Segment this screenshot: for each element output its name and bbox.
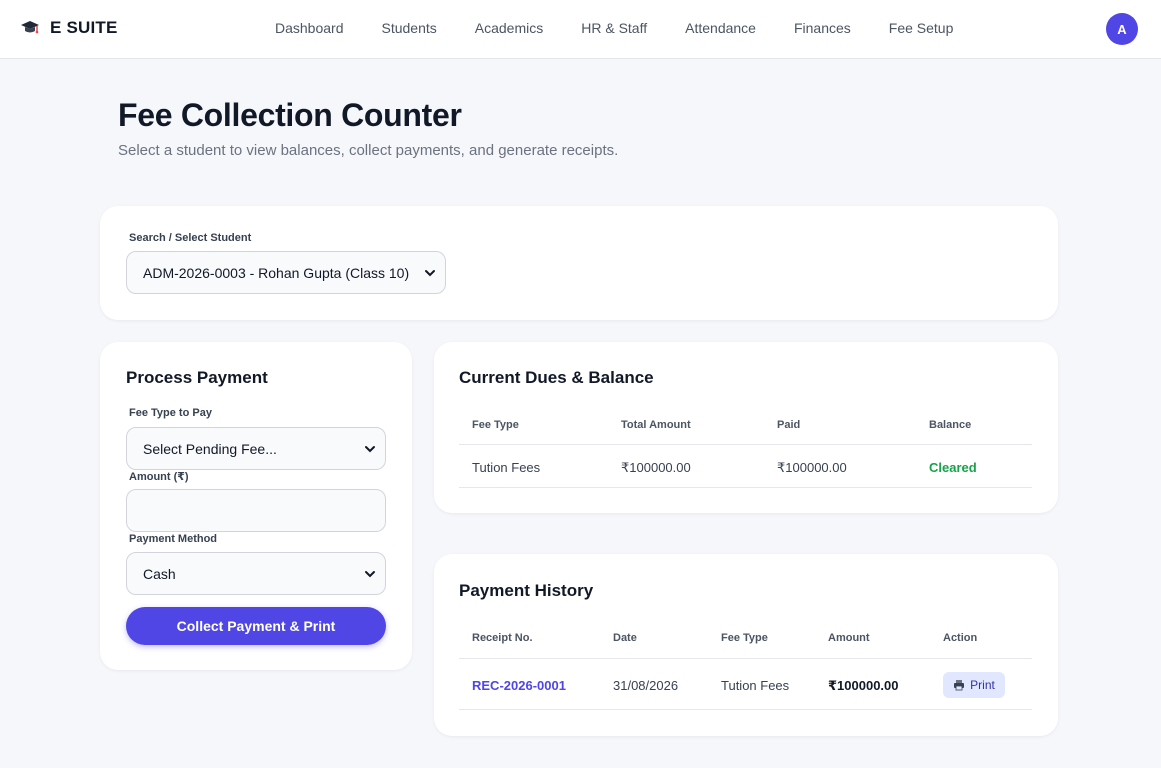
payment-method-select[interactable]: Cash <box>126 552 386 595</box>
dues-cell-paid: ₹100000.00 <box>777 460 847 475</box>
fee-type-select-value: Select Pending Fee... <box>143 440 277 457</box>
amount-label: Amount (₹) <box>129 471 189 483</box>
page-subtitle: Select a student to view balances, colle… <box>118 142 619 159</box>
history-col-amount: Amount <box>828 632 870 644</box>
chevron-down-icon <box>365 571 375 578</box>
process-payment-title: Process Payment <box>126 368 268 387</box>
graduation-cap-icon <box>21 21 39 34</box>
history-col-date: Date <box>613 632 637 644</box>
dues-status-badge: Cleared <box>929 460 977 475</box>
history-cell-date: 31/08/2026 <box>613 678 679 693</box>
print-button-label: Print <box>970 678 995 692</box>
top-navbar: E SUITE Dashboard Students Academics HR … <box>0 0 1161 59</box>
student-select-label: Search / Select Student <box>129 232 252 244</box>
chevron-down-icon <box>425 270 435 277</box>
student-select-value: ADM-2026-0003 - Rohan Gupta (Class 10) <box>143 264 410 281</box>
page-title: Fee Collection Counter <box>118 97 462 133</box>
chevron-down-icon <box>365 446 375 453</box>
history-header-divider <box>459 658 1032 659</box>
payment-method-label: Payment Method <box>129 533 218 545</box>
nav-item-students[interactable]: Students <box>382 20 437 36</box>
brand[interactable]: E SUITE <box>20 18 118 38</box>
student-select[interactable]: ADM-2026-0003 - Rohan Gupta (Class 10) <box>126 251 446 294</box>
receipt-link[interactable]: REC-2026-0001 <box>472 678 566 693</box>
history-cell-amount: ₹100000.00 <box>828 678 899 693</box>
history-col-fee-type: Fee Type <box>721 632 768 644</box>
dues-row-divider <box>459 487 1032 488</box>
payment-history-card: Payment History Receipt No. Date Fee Typ… <box>434 554 1058 736</box>
dues-cell-total: ₹100000.00 <box>621 460 691 475</box>
print-receipt-button[interactable]: Print <box>943 672 1005 698</box>
nav-item-dashboard[interactable]: Dashboard <box>275 20 344 36</box>
nav-item-finances[interactable]: Finances <box>794 20 851 36</box>
dues-col-total: Total Amount <box>621 419 691 431</box>
dues-col-balance: Balance <box>929 419 972 431</box>
brand-name: E SUITE <box>50 18 118 37</box>
student-search-card: Search / Select Student ADM-2026-0003 - … <box>100 206 1058 320</box>
history-col-receipt: Receipt No. <box>472 632 533 644</box>
history-row-divider <box>459 709 1032 710</box>
nav-item-attendance[interactable]: Attendance <box>685 20 756 36</box>
payment-method-value: Cash <box>143 565 176 582</box>
printer-icon <box>954 680 965 691</box>
history-cell-fee-type: Tution Fees <box>721 678 790 693</box>
dues-title: Current Dues & Balance <box>459 368 654 387</box>
fee-type-label: Fee Type to Pay <box>129 407 212 419</box>
nav-item-hr-staff[interactable]: HR & Staff <box>581 20 647 36</box>
user-avatar[interactable]: A <box>1106 13 1138 45</box>
amount-input[interactable] <box>126 489 386 532</box>
collect-payment-button[interactable]: Collect Payment & Print <box>126 607 386 645</box>
process-payment-card: Process Payment Fee Type to Pay Select P… <box>100 342 412 670</box>
dues-col-fee-type: Fee Type <box>472 419 519 431</box>
nav-item-fee-setup[interactable]: Fee Setup <box>889 20 954 36</box>
main-nav: Dashboard Students Academics HR & Staff … <box>275 20 953 36</box>
current-dues-card: Current Dues & Balance Fee Type Total Am… <box>434 342 1058 513</box>
history-col-action: Action <box>943 632 978 644</box>
dues-header-divider <box>459 444 1032 445</box>
nav-item-academics[interactable]: Academics <box>475 20 543 36</box>
fee-type-select[interactable]: Select Pending Fee... <box>126 427 386 470</box>
dues-cell-fee-type: Tution Fees <box>472 460 541 475</box>
history-title: Payment History <box>459 581 594 600</box>
dues-col-paid: Paid <box>777 419 801 431</box>
